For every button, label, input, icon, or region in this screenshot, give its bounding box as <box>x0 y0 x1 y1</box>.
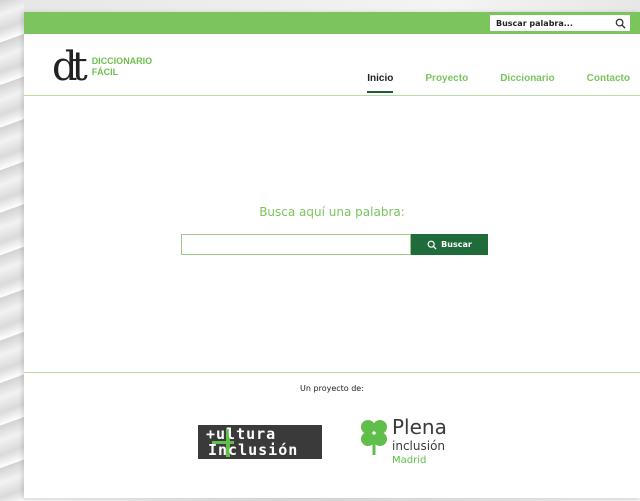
top-bar <box>24 12 640 34</box>
main-search: Buscar <box>181 234 488 255</box>
search-button-label: Buscar <box>441 240 472 249</box>
footer-label: Un proyecto de: <box>300 384 364 393</box>
nav-item-proyecto[interactable]: Proyecto <box>425 71 468 95</box>
cultura-inclusion-logo[interactable]: +ultura Inclusión <box>198 425 322 459</box>
plena-sub: inclusión <box>392 439 446 453</box>
top-search <box>490 15 630 31</box>
nav-item-contacto[interactable]: Contacto <box>587 71 630 95</box>
background-decoration <box>0 0 24 501</box>
header: dt DICCIONARIO FÁCIL Inicio Proyecto Dic… <box>24 34 640 96</box>
clover-icon <box>361 420 387 455</box>
plena-city: Madrid <box>392 455 427 466</box>
nav-item-diccionario[interactable]: Diccionario <box>500 71 554 95</box>
search-icon[interactable] <box>615 14 626 33</box>
top-search-input[interactable] <box>496 18 606 28</box>
logo-line-1: DICCIONARIO <box>91 56 153 66</box>
plena-inclusion-logo[interactable]: Plena inclusión Madrid <box>358 415 478 471</box>
site-logo[interactable]: dt DICCIONARIO FÁCIL <box>52 42 152 92</box>
nav-item-inicio[interactable]: Inicio <box>367 71 394 93</box>
search-prompt: Busca aquí una palabra: <box>259 205 405 219</box>
cultura-line-2: Inclusión <box>208 441 299 459</box>
logo-text: DICCIONARIO FÁCIL <box>92 56 153 78</box>
search-button[interactable]: Buscar <box>411 234 488 255</box>
footer: Un proyecto de: +ultura Inclusión Plena … <box>24 373 640 497</box>
main-search-input[interactable] <box>181 234 411 255</box>
search-button-icon <box>427 240 437 250</box>
logo-line-2: FÁCIL <box>91 67 119 77</box>
page: dt DICCIONARIO FÁCIL Inicio Proyecto Dic… <box>24 12 640 498</box>
plena-word: Plena <box>392 415 447 439</box>
logo-mark: dt <box>52 44 88 90</box>
main-content: Busca aquí una palabra: Buscar <box>24 96 640 373</box>
main-nav: Inicio Proyecto Diccionario Contacto <box>335 71 630 95</box>
